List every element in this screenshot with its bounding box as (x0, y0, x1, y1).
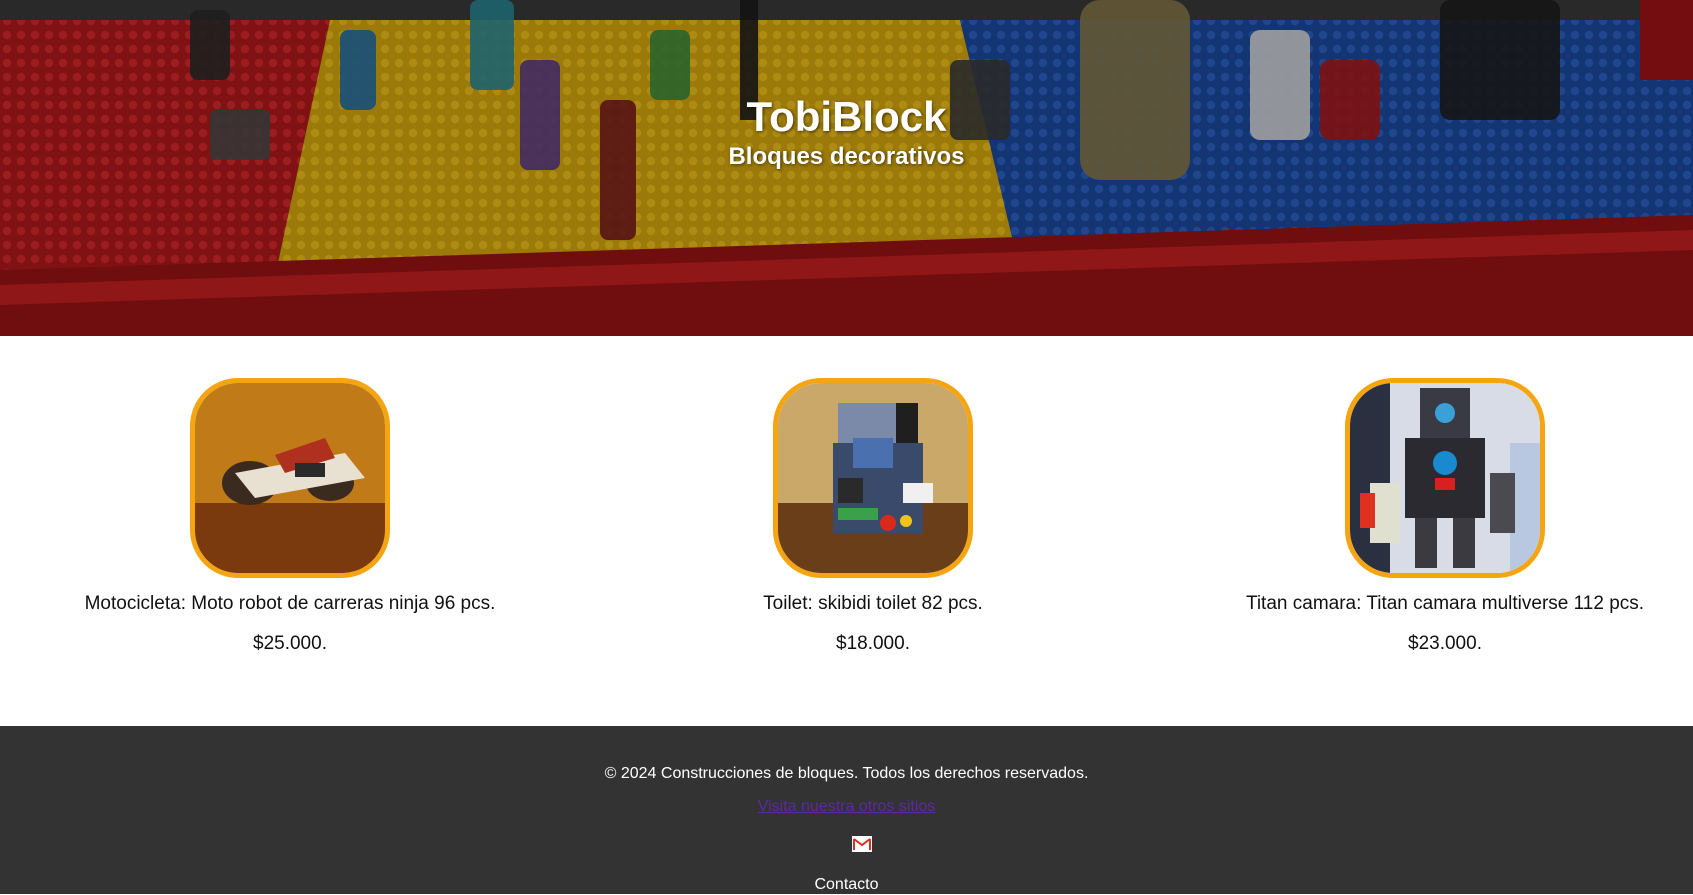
product-card: Toilet: skibidi toilet 82 pcs. $18.000. (593, 378, 1153, 656)
motorcycle-photo (195, 383, 385, 573)
product-list: Motocicleta: Moto robot de carreras ninj… (0, 336, 1693, 726)
hero-text: TobiBlock Bloques decorativos (0, 92, 1693, 172)
other-sites-link[interactable]: Visita nuestra otros sitios (758, 798, 936, 815)
site-subtitle: Bloques decorativos (728, 143, 965, 170)
product-image[interactable] (1345, 378, 1545, 578)
product-price: $25.000. (253, 633, 327, 654)
toilet-photo (778, 383, 968, 573)
gmail-icon[interactable] (852, 834, 872, 854)
product-name: Titan camara: Titan camara multiverse 11… (1245, 593, 1645, 614)
product-name: Toilet: skibidi toilet 82 pcs. (763, 593, 983, 614)
site-title: TobiBlock (746, 93, 947, 140)
copyright-text: © 2024 Construcciones de bloques. Todos … (604, 765, 1089, 782)
footer-link-container: Visita nuestra otros sitios (0, 797, 1693, 817)
titan-camera-photo (1350, 383, 1540, 573)
product-card: Titan camara: Titan camara multiverse 11… (1165, 378, 1693, 656)
product-price: $23.000. (1408, 633, 1482, 654)
product-image[interactable] (190, 378, 390, 578)
product-name: Motocicleta: Moto robot de carreras ninj… (84, 593, 496, 614)
contact-label: Contacto (814, 876, 879, 893)
hero-banner: TobiBlock Bloques decorativos (0, 0, 1693, 336)
product-image[interactable] (773, 378, 973, 578)
product-price: $18.000. (836, 633, 910, 654)
product-card: Motocicleta: Moto robot de carreras ninj… (10, 378, 570, 656)
footer: © 2024 Construcciones de bloques. Todos … (0, 726, 1693, 894)
